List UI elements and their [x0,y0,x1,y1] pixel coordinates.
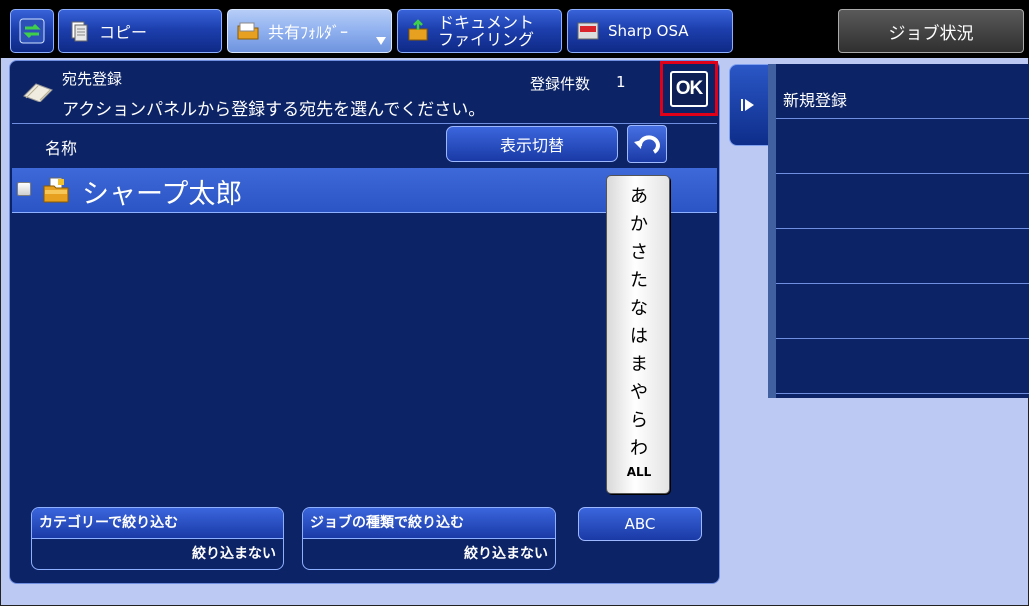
action-row-empty [776,339,1029,394]
action-panel [768,64,1029,398]
kana-index-item[interactable]: ま [607,350,671,376]
new-registration-label: 新規登録 [783,91,848,110]
kana-index-item[interactable]: は [607,322,671,348]
mode-switch-icon [19,18,45,44]
address-book-icon [23,83,53,102]
action-row-empty [776,119,1029,174]
document-filing-label-line2: ファイリング [438,30,535,49]
osa-icon [577,22,599,40]
dropdown-arrow-icon [376,37,386,45]
copy-icon [71,21,88,42]
expand-arrow-icon [741,99,754,111]
copy-mode-button[interactable]: コピー [58,9,222,53]
kana-index-item[interactable]: や [607,378,671,404]
registration-count-value: 1 [616,73,626,91]
sharp-osa-mode-button[interactable]: Sharp OSA [567,9,733,53]
display-switch-button[interactable]: 表示切替 [446,126,618,162]
action-row-empty [776,284,1029,339]
kana-index-all[interactable]: ALL [607,465,671,479]
job-type-filter-title: ジョブの種類で絞り込む [303,508,555,539]
registration-count-label: 登録件数 [530,75,591,93]
document-filing-mode-button[interactable]: ドキュメント ファイリング [397,9,562,53]
job-status-button[interactable]: ジョブ状況 [838,9,1024,53]
kana-index-item[interactable]: た [607,266,671,292]
ok-button[interactable]: OK [670,71,708,107]
kana-index-item[interactable]: ら [607,406,671,432]
shared-folder-mode-label: 共有ﾌｫﾙﾀﾞｰ [268,23,349,42]
action-row-empty [776,229,1029,284]
row-checkbox[interactable] [17,182,31,196]
kana-index-item[interactable]: か [607,210,671,236]
kana-index-item[interactable]: あ [607,182,671,208]
undo-button[interactable] [627,125,667,163]
column-name-header: 名称 [45,139,78,158]
document-filing-label-line1: ドキュメント [438,13,535,32]
document-filing-icon [408,19,428,41]
row-name: シャープ太郎 [82,179,243,210]
shared-folder-mode-button[interactable]: 共有ﾌｫﾙﾀﾞｰ [227,9,392,53]
undo-icon [634,135,660,154]
contact-folder-icon [43,177,69,203]
action-panel-toggle[interactable] [729,64,769,146]
action-row-empty [776,174,1029,229]
instruction-text: アクションパネルから登録する宛先を選んでください。 [62,100,486,120]
ok-button-highlight: OK [660,61,718,116]
folder-icon [237,22,259,40]
page-title: 宛先登録 [62,70,123,88]
kana-index-item[interactable]: な [607,294,671,320]
job-type-filter-value: 絞り込まない [464,546,548,562]
category-filter-button[interactable]: カテゴリーで絞り込む 絞り込まない [31,507,284,570]
kana-index-bar: あ か さ た な は ま や ら わ ALL [606,175,670,494]
category-filter-value: 絞り込まない [192,546,276,562]
sharp-osa-label: Sharp OSA [608,22,689,40]
mode-switch-button[interactable] [10,9,54,53]
kana-index-item[interactable]: わ [607,434,671,460]
kana-index-item[interactable]: さ [607,238,671,264]
copy-mode-label: コピー [99,23,148,42]
abc-toggle-button[interactable]: ABC [578,507,702,541]
category-filter-title: カテゴリーで絞り込む [32,508,283,539]
job-type-filter-button[interactable]: ジョブの種類で絞り込む 絞り込まない [302,507,556,570]
